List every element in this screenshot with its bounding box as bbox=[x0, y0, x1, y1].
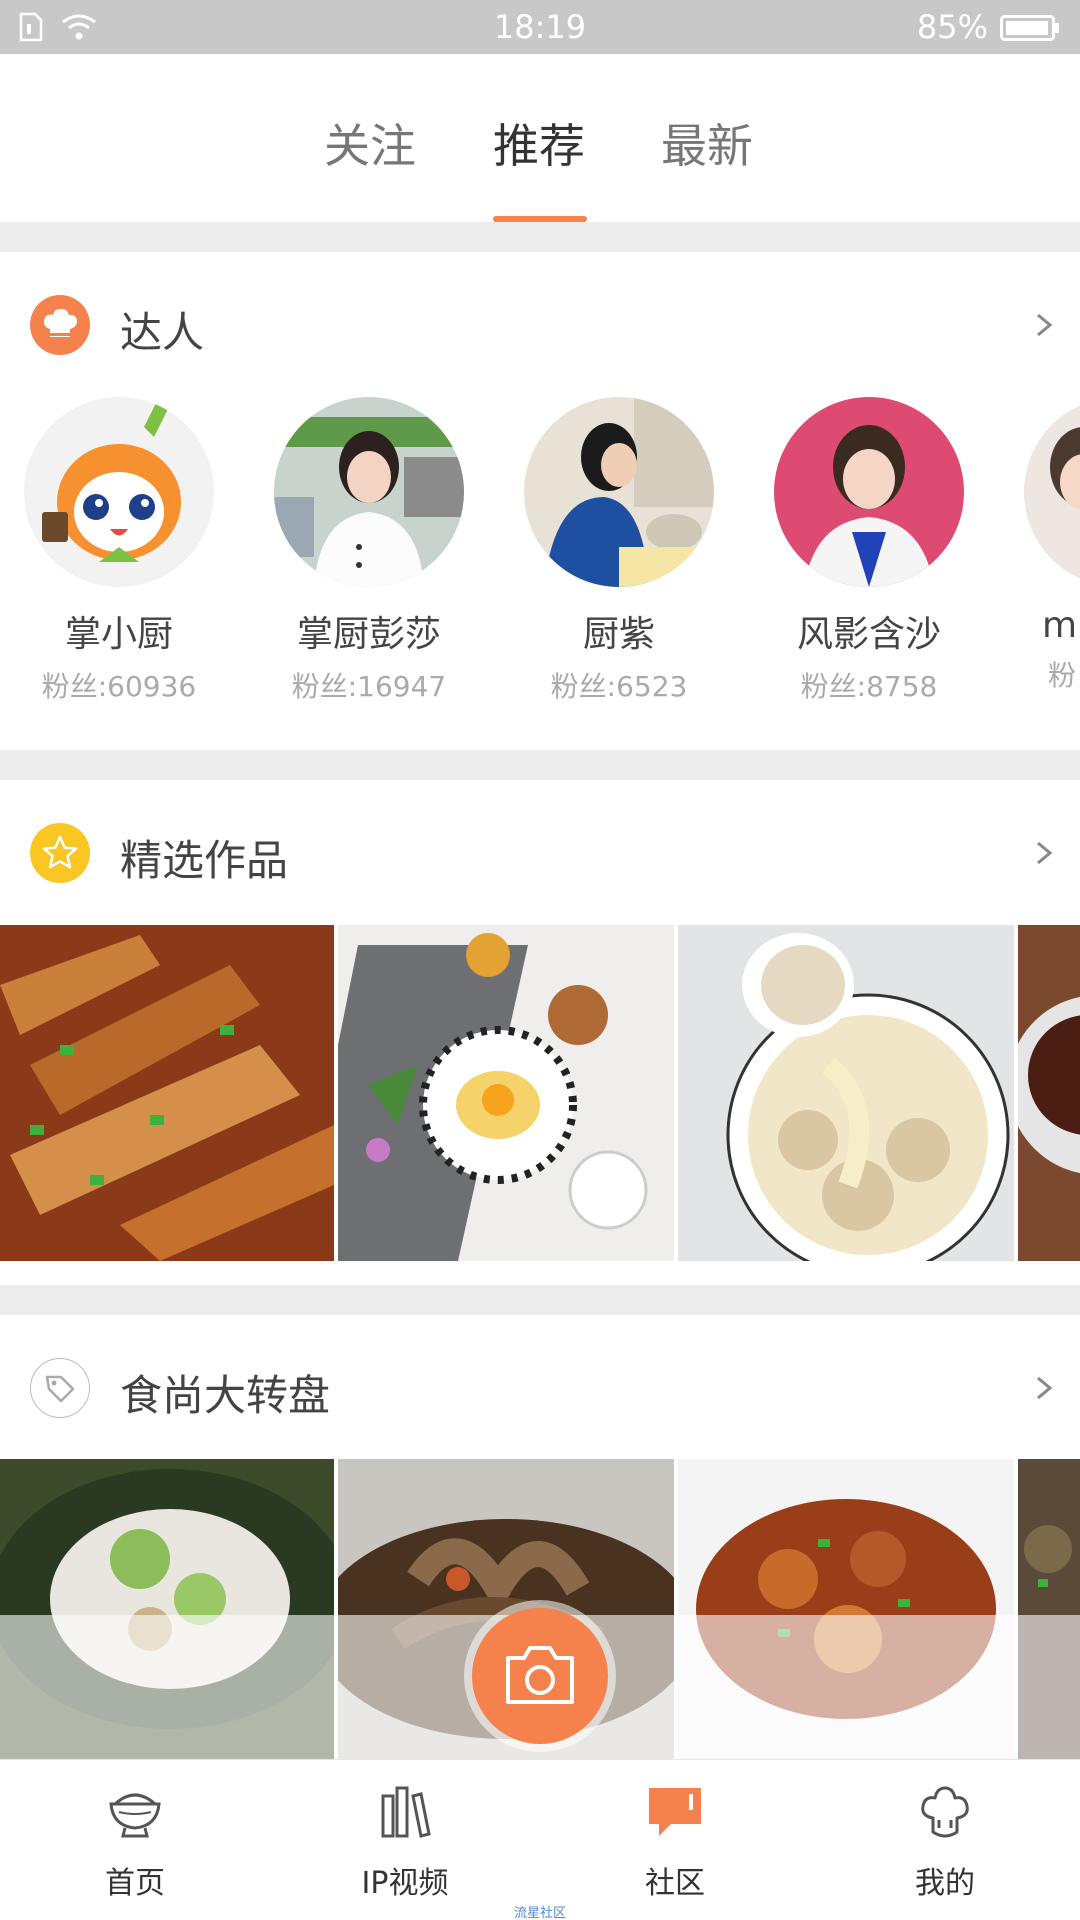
expert-item[interactable]: 厨紫 粉丝:6523 bbox=[524, 397, 714, 705]
expert-fans: 粉丝:16947 bbox=[291, 670, 447, 703]
nav-me[interactable]: 我的 bbox=[845, 1760, 1045, 1920]
tab-follow[interactable]: 关注 bbox=[324, 110, 416, 176]
status-bar: 18:19 85% bbox=[0, 0, 1080, 54]
featured-section-header[interactable]: 精选作品 bbox=[0, 793, 1080, 913]
expert-name: 掌厨彭莎 bbox=[296, 614, 441, 655]
expert-item[interactable]: 风影含沙 粉丝:8758 bbox=[774, 397, 964, 705]
expert-name: 厨紫 bbox=[582, 614, 655, 655]
expert-name: 掌小厨 bbox=[64, 614, 173, 655]
expert-fans: 粉 bbox=[1048, 659, 1077, 692]
camera-icon bbox=[506, 1646, 574, 1704]
experts-section-title: 达人 bbox=[120, 308, 205, 357]
avatar bbox=[274, 397, 464, 587]
nav-label: 我的 bbox=[915, 1866, 975, 1901]
chat-icon bbox=[649, 1788, 701, 1836]
battery-percent: 85% bbox=[916, 8, 988, 46]
expert-item[interactable]: 掌厨彭莎 粉丝:16947 bbox=[274, 397, 464, 705]
expert-name: mi bbox=[1042, 605, 1080, 646]
nav-ip-video[interactable]: IP视频 bbox=[305, 1760, 505, 1920]
tab-latest[interactable]: 最新 bbox=[661, 110, 753, 176]
avatar bbox=[24, 397, 214, 587]
battery-icon bbox=[1000, 15, 1059, 41]
expert-fans: 粉丝:60936 bbox=[41, 670, 197, 703]
avatar bbox=[524, 397, 714, 587]
food-photo[interactable] bbox=[1018, 925, 1080, 1261]
experts-section-header[interactable]: 达人 bbox=[0, 265, 1080, 385]
avatar bbox=[1024, 397, 1080, 587]
tag-icon bbox=[30, 1358, 90, 1418]
watermark-text: 流星社区 bbox=[513, 1906, 566, 1920]
chevron-right-icon bbox=[1037, 313, 1053, 337]
expert-item[interactable]: mi 粉 bbox=[1024, 397, 1080, 694]
books-icon bbox=[381, 1786, 431, 1838]
nav-label: 社区 bbox=[645, 1866, 705, 1901]
food-photo[interactable] bbox=[678, 925, 1014, 1261]
bottom-navigation: 首页 IP视频 社区 我的 bbox=[0, 1759, 1080, 1920]
expert-fans: 粉丝:8758 bbox=[800, 670, 938, 703]
chef-hat-icon bbox=[30, 295, 90, 355]
food-photo[interactable] bbox=[0, 925, 334, 1261]
bowl-icon bbox=[109, 1793, 161, 1838]
avatar bbox=[774, 397, 964, 587]
tab-recommend[interactable]: 推荐 bbox=[493, 110, 585, 176]
expert-name: 风影含沙 bbox=[796, 614, 941, 655]
nav-community[interactable]: 社区 bbox=[575, 1760, 775, 1920]
chevron-right-icon bbox=[1037, 841, 1053, 865]
nav-home[interactable]: 首页 bbox=[35, 1760, 235, 1920]
divider bbox=[0, 1285, 1080, 1315]
star-icon bbox=[30, 823, 90, 883]
chef-hat-icon bbox=[921, 1786, 969, 1838]
featured-section-title: 精选作品 bbox=[120, 836, 289, 885]
chevron-right-icon bbox=[1037, 1376, 1053, 1400]
food-photo[interactable] bbox=[338, 925, 674, 1261]
featured-photo-strip bbox=[0, 925, 1080, 1261]
wheel-section-header[interactable]: 食尚大转盘 bbox=[0, 1328, 1080, 1448]
nav-label: 首页 bbox=[105, 1866, 165, 1901]
nav-label: IP视频 bbox=[361, 1866, 449, 1901]
expert-fans: 粉丝:6523 bbox=[550, 670, 688, 703]
divider bbox=[0, 222, 1080, 252]
divider bbox=[0, 750, 1080, 780]
wheel-section-title: 食尚大转盘 bbox=[120, 1371, 331, 1420]
expert-item[interactable]: 掌小厨 粉丝:60936 bbox=[24, 397, 214, 705]
camera-button[interactable] bbox=[472, 1608, 608, 1744]
top-tab-bar: 关注 推荐 最新 bbox=[0, 54, 1080, 222]
